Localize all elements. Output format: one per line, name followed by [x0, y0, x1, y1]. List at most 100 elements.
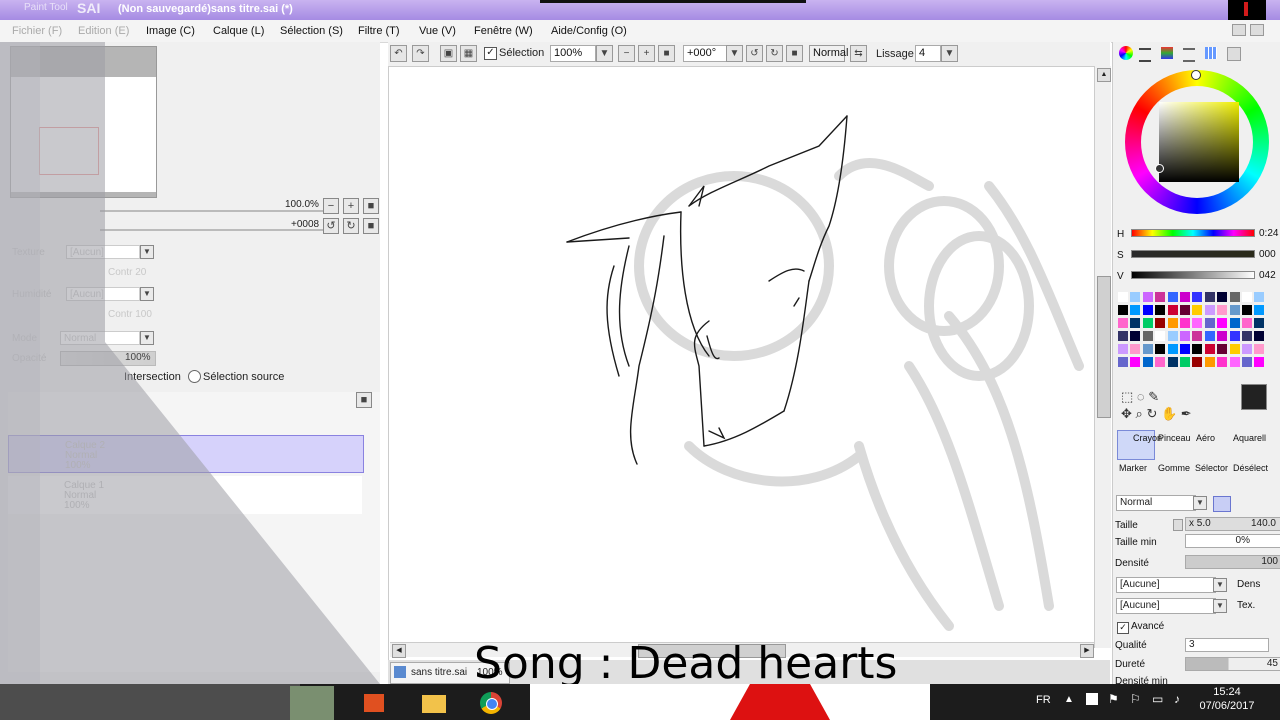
- color-swatch[interactable]: [1254, 292, 1265, 302]
- size-mult-dropdown[interactable]: [1173, 519, 1183, 531]
- zoom-field[interactable]: 100%: [550, 45, 596, 62]
- chevron-down-icon[interactable]: ▼: [1213, 578, 1227, 592]
- rotation-field[interactable]: +000°: [683, 45, 729, 62]
- chevron-down-icon[interactable]: ▼: [1193, 496, 1207, 510]
- color-list-tab-icon[interactable]: [1183, 48, 1195, 62]
- tray-chevron-icon[interactable]: ▲: [1064, 694, 1074, 705]
- tool-selector-label[interactable]: Sélector: [1195, 463, 1228, 473]
- color-swatches[interactable]: [1118, 292, 1268, 378]
- color-swatch[interactable]: [1242, 305, 1252, 315]
- color-swatch[interactable]: [1118, 292, 1128, 302]
- color-swatch[interactable]: [1242, 292, 1252, 302]
- navigator-frame[interactable]: [39, 127, 99, 175]
- color-swatch[interactable]: [1167, 318, 1178, 328]
- color-swatch[interactable]: [1142, 318, 1153, 328]
- color-swatch[interactable]: [1229, 357, 1240, 367]
- chevron-down-icon[interactable]: ▼: [140, 331, 154, 345]
- chevron-down-icon[interactable]: ▼: [140, 245, 154, 259]
- taskbar-app-sai[interactable]: [290, 686, 334, 720]
- color-swatch[interactable]: [1155, 357, 1166, 367]
- chevron-down-icon[interactable]: ▼: [726, 45, 743, 62]
- menu-selection[interactable]: Sélection (S): [280, 25, 343, 37]
- zoom-in-button[interactable]: +: [638, 45, 655, 62]
- color-swatch[interactable]: [1118, 305, 1128, 315]
- color-swatch[interactable]: [1229, 331, 1240, 341]
- rgb-slider-tab-icon[interactable]: [1139, 48, 1151, 62]
- quality-field[interactable]: 3: [1185, 638, 1269, 652]
- color-swatch[interactable]: [1192, 344, 1203, 354]
- chevron-down-icon[interactable]: ▼: [941, 45, 958, 62]
- brush-shape-round[interactable]: [1213, 496, 1231, 512]
- layer-item-selected[interactable]: Calque 2 Normal 100%: [8, 435, 364, 473]
- color-swatch[interactable]: [1192, 331, 1203, 341]
- network-icon[interactable]: ⚑: [1108, 692, 1119, 706]
- color-swatch[interactable]: [1130, 331, 1141, 341]
- rotate-right-button[interactable]: ↻: [343, 218, 359, 234]
- color-swatch[interactable]: [1130, 357, 1141, 367]
- color-swatch[interactable]: [1229, 318, 1240, 328]
- color-swatch[interactable]: [1204, 344, 1215, 354]
- color-swatch[interactable]: [1204, 318, 1215, 328]
- menu-filtre[interactable]: Filtre (T): [358, 25, 400, 37]
- scroll-left-button[interactable]: ◀: [392, 644, 406, 658]
- swatches-tab-icon[interactable]: [1205, 47, 1217, 59]
- primary-color-swatch[interactable]: [1241, 384, 1267, 410]
- rotate-left-button[interactable]: ↺: [323, 218, 339, 234]
- color-swatch[interactable]: [1142, 357, 1153, 367]
- battery-icon[interactable]: ▭: [1152, 692, 1163, 706]
- texture2-dropdown[interactable]: [Aucune]: [1116, 598, 1216, 614]
- color-swatch[interactable]: [1167, 292, 1178, 302]
- color-swatch[interactable]: [1130, 305, 1141, 315]
- color-swatch[interactable]: [1217, 305, 1228, 315]
- color-swatch[interactable]: [1204, 292, 1215, 302]
- advanced-checkbox[interactable]: ✓: [1117, 622, 1129, 634]
- eyedropper-icon[interactable]: ✒: [1181, 406, 1192, 421]
- color-swatch[interactable]: [1204, 305, 1215, 315]
- selection-source-radio[interactable]: [188, 370, 201, 383]
- size-field[interactable]: x 5.0 140.0: [1185, 517, 1280, 531]
- layer-mode-dropdown[interactable]: Normal: [60, 331, 140, 345]
- redo-button[interactable]: ↷: [412, 45, 429, 62]
- taskbar-app-explorer[interactable]: [412, 686, 456, 720]
- rotate-left-button[interactable]: ↺: [746, 45, 763, 62]
- hand-icon[interactable]: ✋: [1161, 406, 1177, 421]
- flip-button[interactable]: ⇆: [850, 45, 867, 62]
- saturation-slider[interactable]: [1131, 250, 1255, 258]
- color-swatch[interactable]: [1242, 318, 1252, 328]
- vertical-scrollbar[interactable]: ▲: [1094, 66, 1111, 648]
- tool-aquarelle-label[interactable]: Aquarell: [1233, 433, 1266, 443]
- color-swatch[interactable]: [1217, 344, 1228, 354]
- color-swatch[interactable]: [1217, 331, 1228, 341]
- menu-image[interactable]: Image (C): [146, 25, 195, 37]
- layer-menu-button[interactable]: ■: [356, 392, 372, 408]
- volume-icon[interactable]: ♪: [1174, 692, 1180, 706]
- color-swatch[interactable]: [1180, 305, 1190, 315]
- color-square[interactable]: [1159, 102, 1239, 182]
- color-swatch[interactable]: [1180, 318, 1190, 328]
- color-swatch[interactable]: [1155, 344, 1166, 354]
- rotate-right-button[interactable]: ↻: [766, 45, 783, 62]
- tool-deselect-label[interactable]: Désélect: [1233, 463, 1268, 473]
- zoom-out-button[interactable]: −: [618, 45, 635, 62]
- color-swatch[interactable]: [1142, 292, 1153, 302]
- color-swatch[interactable]: [1229, 344, 1240, 354]
- menu-vue[interactable]: Vue (V): [419, 25, 456, 37]
- color-swatch[interactable]: [1118, 331, 1128, 341]
- taskbar-app-chrome[interactable]: [470, 686, 514, 720]
- hue-slider[interactable]: [1131, 229, 1255, 237]
- color-swatch[interactable]: [1242, 357, 1252, 367]
- undo-button[interactable]: ↶: [390, 45, 407, 62]
- magic-wand-icon[interactable]: ✎: [1148, 389, 1159, 404]
- color-swatch[interactable]: [1204, 357, 1215, 367]
- hue-marker[interactable]: [1191, 70, 1201, 80]
- color-swatch[interactable]: [1192, 305, 1203, 315]
- maximize-button[interactable]: [1250, 24, 1264, 36]
- color-swatch[interactable]: [1167, 331, 1178, 341]
- sketch-canvas[interactable]: [389, 66, 1095, 642]
- invert-selection-button[interactable]: ▦: [460, 45, 477, 62]
- navigator-preview[interactable]: [10, 46, 157, 198]
- zoom-out-button[interactable]: −: [323, 198, 339, 214]
- color-swatch[interactable]: [1130, 318, 1141, 328]
- color-swatch[interactable]: [1217, 318, 1228, 328]
- color-swatch[interactable]: [1242, 331, 1252, 341]
